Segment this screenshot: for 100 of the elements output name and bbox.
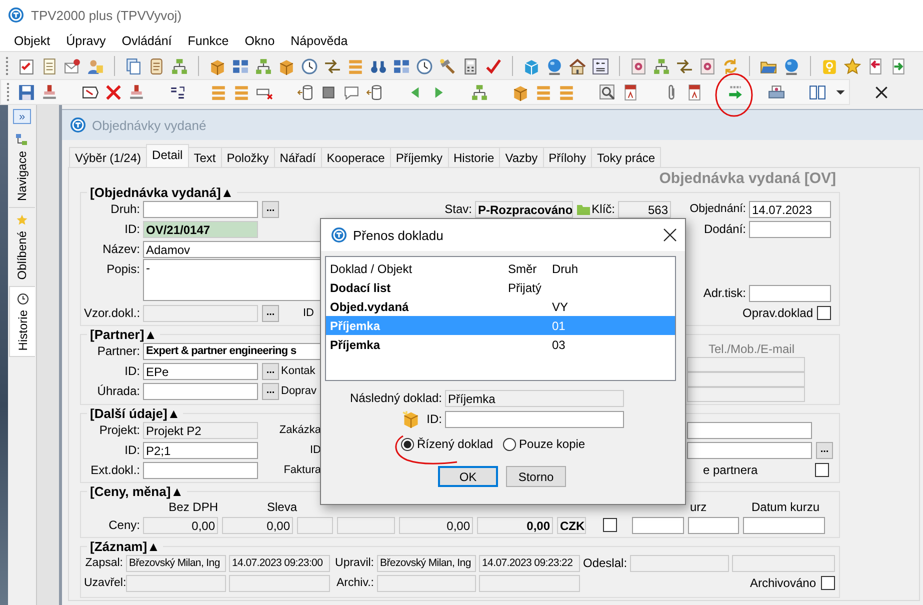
box-icon[interactable]: [512, 84, 529, 100]
arrows-icon[interactable]: [324, 58, 341, 74]
clock-icon[interactable]: [416, 58, 433, 74]
text-field[interactable]: P-Rozpracováno: [475, 200, 573, 218]
text-field[interactable]: [297, 516, 333, 534]
grid-icon[interactable]: [232, 58, 249, 74]
stamp-icon[interactable]: [128, 84, 145, 100]
replace-icon[interactable]: [169, 84, 186, 100]
dialog-button[interactable]: Storno: [506, 466, 566, 487]
text-field[interactable]: [377, 574, 476, 592]
text-field[interactable]: 14.07.2023 09:23:00: [229, 554, 330, 572]
radio-button[interactable]: [401, 438, 414, 450]
text-field[interactable]: Březovský Milan, Ing: [377, 554, 476, 572]
sync-icon[interactable]: [722, 58, 739, 74]
text-field[interactable]: [749, 284, 831, 302]
arrow-right-icon[interactable]: [727, 84, 744, 100]
text-field[interactable]: [687, 442, 812, 458]
tab[interactable]: Přílohy: [542, 147, 592, 167]
browse-button[interactable]: ...: [262, 304, 279, 322]
menu-item[interactable]: Ovládání: [114, 32, 180, 50]
database-icon[interactable]: [366, 84, 383, 100]
close-icon[interactable]: [873, 84, 890, 100]
menu-item[interactable]: Objekt: [6, 32, 58, 50]
radio-button[interactable]: [503, 438, 516, 450]
text-field[interactable]: Projekt P2: [143, 422, 258, 438]
delete-icon[interactable]: [105, 84, 122, 100]
document-icon[interactable]: [41, 58, 58, 74]
tab[interactable]: Příjemky: [390, 147, 449, 167]
close-icon[interactable]: [663, 228, 677, 242]
globe-icon[interactable]: [783, 58, 800, 74]
browse-button[interactable]: ...: [816, 442, 833, 458]
checkbox[interactable]: [817, 306, 831, 320]
checkbox[interactable]: [821, 576, 835, 590]
text-field[interactable]: [632, 516, 684, 534]
text-field[interactable]: [749, 220, 831, 238]
text-field[interactable]: 0,00: [477, 516, 553, 534]
cube-icon[interactable]: [523, 58, 540, 74]
text-field[interactable]: CZK: [557, 516, 586, 534]
text-field[interactable]: 14.07.2023 09:23:22: [479, 554, 580, 572]
text-field[interactable]: [229, 574, 330, 592]
clock-icon[interactable]: [301, 58, 318, 74]
tab[interactable]: Položky: [220, 147, 275, 167]
browse-button[interactable]: ...: [262, 382, 279, 400]
text-field[interactable]: [126, 574, 226, 592]
text-field[interactable]: [688, 516, 739, 534]
globe-icon[interactable]: [546, 58, 563, 74]
tree-icon[interactable]: [255, 58, 272, 74]
documents-icon[interactable]: [125, 58, 142, 74]
house-icon[interactable]: [569, 58, 586, 74]
arrows-icon[interactable]: [676, 58, 693, 74]
speech-bubble-icon[interactable]: [343, 84, 360, 100]
checklist-icon[interactable]: [18, 58, 35, 74]
scroll-icon[interactable]: [148, 58, 165, 74]
box-icon[interactable]: [209, 58, 226, 74]
section-title[interactable]: [Další údaje]▲: [87, 407, 184, 420]
radio-option[interactable]: Pouze kopie: [503, 437, 586, 451]
text-field[interactable]: [630, 554, 729, 572]
tab[interactable]: Toky práce: [591, 147, 662, 167]
expand-button[interactable]: »: [13, 109, 31, 124]
checkmark-icon[interactable]: [485, 58, 502, 74]
text-field[interactable]: [687, 372, 805, 387]
text-field[interactable]: [732, 554, 835, 572]
search-icon[interactable]: [599, 84, 616, 100]
pdf-icon[interactable]: [622, 84, 639, 100]
text-field[interactable]: [143, 462, 258, 478]
text-field[interactable]: [479, 574, 580, 592]
section-title[interactable]: [Partner]▲: [87, 328, 160, 341]
text-field[interactable]: [687, 357, 805, 372]
text-field[interactable]: [743, 516, 825, 534]
text-field[interactable]: P2;1: [143, 442, 258, 458]
text-field[interactable]: [687, 387, 805, 402]
stop-icon[interactable]: [320, 84, 337, 100]
tree-icon[interactable]: [171, 58, 188, 74]
menu-item[interactable]: Nápověda: [282, 32, 356, 50]
tab[interactable]: Kooperace: [320, 147, 391, 167]
text-field[interactable]: [337, 516, 395, 534]
tree-icon[interactable]: [653, 58, 670, 74]
columns-icon[interactable]: [809, 84, 826, 100]
text-field[interactable]: EPe: [143, 362, 258, 380]
save-icon[interactable]: [18, 84, 35, 100]
text-field[interactable]: 0,00: [143, 516, 218, 534]
text-field[interactable]: 563: [618, 200, 671, 218]
box-icon[interactable]: [278, 58, 295, 74]
menu-item[interactable]: Okno: [236, 32, 283, 50]
text-field[interactable]: [445, 410, 624, 428]
radio-option[interactable]: Řízený doklad: [401, 437, 494, 451]
formula-icon[interactable]: [592, 58, 609, 74]
text-field[interactable]: 14.07.2023: [749, 200, 831, 218]
checkbox[interactable]: [815, 463, 829, 477]
printer-icon[interactable]: [768, 84, 785, 100]
text-field[interactable]: [687, 422, 812, 438]
star-icon[interactable]: [844, 58, 861, 74]
checkbox[interactable]: [603, 518, 617, 532]
tab[interactable]: Výběr (1/24): [69, 147, 148, 167]
tag-icon[interactable]: [82, 84, 99, 100]
pdf-icon[interactable]: [686, 84, 703, 100]
grid-icon[interactable]: [393, 58, 410, 74]
envelope-icon[interactable]: [64, 58, 81, 74]
section-title[interactable]: [Záznam]▲: [87, 540, 163, 553]
text-field[interactable]: 0,00: [222, 516, 293, 534]
